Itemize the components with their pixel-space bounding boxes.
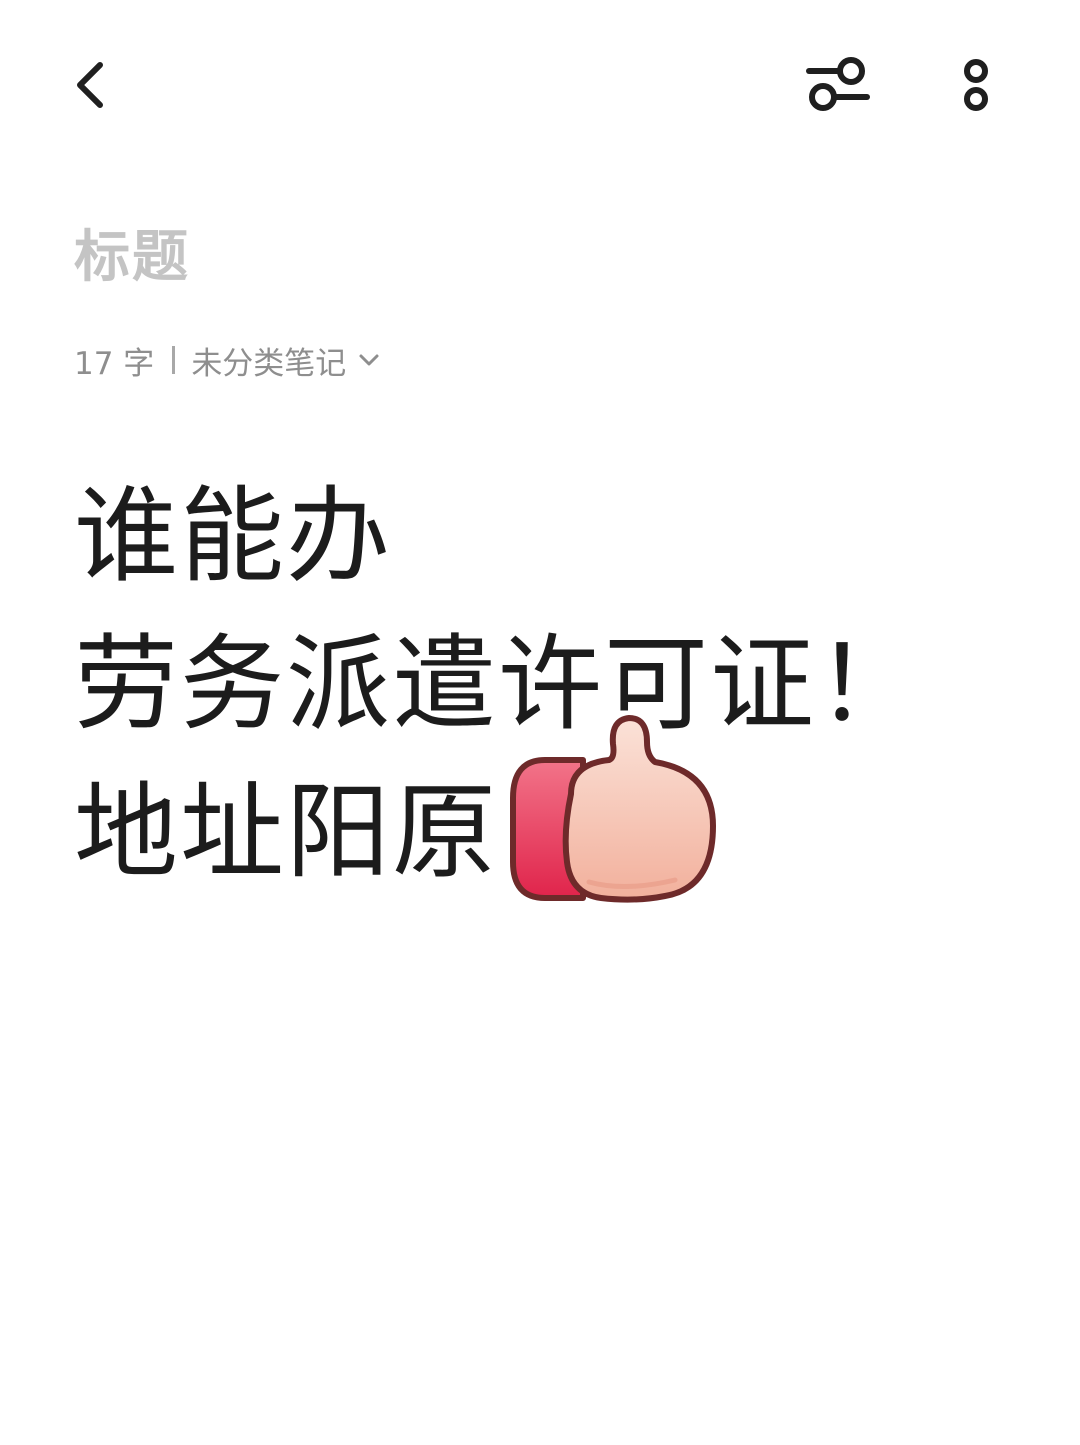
note-meta: 17 字 未分类笔记 [74, 338, 380, 382]
note-title-placeholder[interactable]: 标题 [74, 222, 190, 294]
sliders-icon [806, 57, 870, 111]
more-vertical-icon [964, 59, 988, 111]
top-toolbar [0, 0, 1080, 170]
more-options-button[interactable] [946, 50, 1006, 120]
chevron-left-icon [77, 62, 103, 108]
chevron-down-icon [358, 352, 380, 368]
back-button[interactable] [60, 50, 120, 120]
category-selector[interactable]: 未分类笔记 [191, 338, 380, 383]
category-label: 未分类笔记 [191, 345, 347, 382]
note-body-line: 谁能办 [74, 475, 393, 597]
meta-divider [172, 346, 176, 374]
filter-settings-button[interactable] [800, 50, 876, 120]
thumbs-up-emoji-icon [510, 715, 716, 903]
word-count: 17 字 [74, 345, 155, 382]
